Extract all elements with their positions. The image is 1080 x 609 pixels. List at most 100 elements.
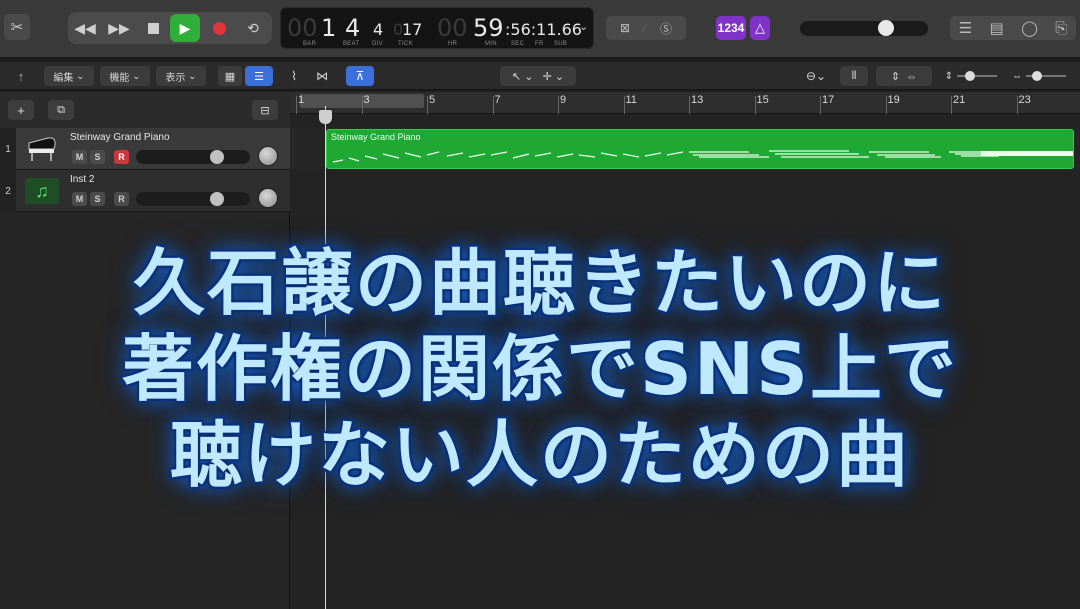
caption-line-2: 著作権の関係でSNS上で: [122, 327, 958, 411]
ruler-bar-label: 1: [298, 94, 305, 106]
ruler-bar-label: 23: [1018, 94, 1031, 106]
ruler-tick: [885, 96, 887, 114]
lcd-tick: 17: [402, 20, 423, 39]
menu-function[interactable]: 機能 ⌄: [100, 66, 150, 86]
count-in-button[interactable]: 1234: [716, 16, 746, 40]
ruler-tick: [820, 96, 821, 114]
caption-line-1: 久石譲の曲聴きたいのに: [132, 241, 947, 325]
ruler-tick: [427, 96, 428, 114]
record-icon: [212, 21, 226, 35]
track-lane-2[interactable]: [290, 170, 1080, 212]
notepad-icon[interactable]: ▤: [990, 19, 1004, 37]
list-icon[interactable]: ☰: [959, 19, 972, 37]
track-number: 2: [0, 170, 16, 212]
ruler-tick: [296, 96, 297, 114]
midi-region[interactable]: Steinway Grand Piano: [326, 129, 1074, 169]
ruler-tick: [689, 96, 690, 114]
up-arrow-icon[interactable]: ↑: [10, 66, 32, 86]
zoom-fit-buttons[interactable]: ⇕ ⇔: [876, 66, 932, 86]
control-bar: ✂ ◀◀ ▶▶ ▶ ⟲ 00 1 4 4 0 17 00 59 :56:11.6…: [0, 0, 1080, 58]
lcd-div: 4: [373, 20, 384, 39]
record-button[interactable]: [204, 14, 234, 42]
catch-playhead-icon[interactable]: ⊼: [346, 66, 374, 86]
stop-button[interactable]: [138, 14, 168, 42]
add-track-button[interactable]: +: [8, 100, 34, 120]
track-name[interactable]: Steinway Grand Piano: [70, 132, 170, 143]
tool-picker[interactable]: ↖ ⌄ ✛ ⌄: [500, 66, 576, 86]
solo-mode-icon[interactable]: Ⓢ: [660, 20, 672, 37]
browser-icon[interactable]: ⎘: [1055, 20, 1067, 37]
replace-icon[interactable]: ⊠: [620, 21, 630, 35]
rewind-button[interactable]: ◀◀: [70, 14, 100, 42]
video-caption: 久石譲の曲聴きたいのに 著作権の関係でSNS上で 聴けない人のための曲: [0, 240, 1080, 498]
ruler-bar-label: 9: [560, 94, 567, 106]
lcd-beat: 4: [345, 14, 361, 42]
ruler-bar-label: 3: [363, 94, 370, 106]
ruler-bar-label: 21: [953, 94, 966, 106]
mode-buttons: ⊠ ⁄ Ⓢ: [606, 16, 686, 40]
lcd-display[interactable]: 00 1 4 4 0 17 00 59 :56:11.66 ⌄ BAR BEAT…: [280, 7, 594, 49]
vertical-zoom-slider[interactable]: ⇕: [940, 66, 1002, 86]
track-volume-slider[interactable]: [136, 192, 250, 206]
track-row-2[interactable]: 2 ♫ Inst 2 M S R: [0, 170, 290, 212]
ruler-bar-label: 19: [887, 94, 900, 106]
view-buttons: ☰ ▤ ◯ ⎘: [950, 16, 1076, 40]
solo-button[interactable]: S: [90, 192, 105, 206]
pan-knob[interactable]: [258, 146, 278, 166]
track-row-1[interactable]: 1 Steinway Grand Piano M S R: [0, 128, 290, 170]
metronome-icon[interactable]: △: [750, 16, 770, 40]
mute-button[interactable]: M: [72, 192, 87, 206]
cycle-button[interactable]: ⟲: [238, 14, 268, 42]
ruler-bar-label: 15: [756, 94, 769, 106]
ruler-tick: [1016, 96, 1018, 114]
ruler-bar-label: 17: [822, 94, 835, 106]
midi-notes: [332, 150, 1073, 163]
menu-edit[interactable]: 編集 ⌄: [44, 66, 94, 86]
ruler-bar-label: 13: [691, 94, 704, 106]
scissors-icon[interactable]: ✂: [4, 14, 30, 40]
bar-ruler[interactable]: 1 3 5 7 9 11 13 15 17 19 21 23: [290, 92, 1080, 114]
mute-button[interactable]: M: [72, 150, 87, 164]
record-enable-button[interactable]: R: [114, 150, 129, 164]
caption-line-3: 聴けない人のための曲: [169, 413, 910, 497]
chevron-down-icon[interactable]: ⌄: [579, 20, 588, 33]
vertical-zoom-knob[interactable]: [965, 71, 976, 81]
horizontal-zoom-knob[interactable]: [1032, 71, 1042, 81]
ruler-bar-label: 7: [494, 94, 501, 106]
master-volume-knob[interactable]: [878, 20, 894, 36]
lcd-bar: 1: [321, 14, 337, 42]
music-note-icon: ♫: [24, 174, 60, 208]
pan-knob[interactable]: [258, 188, 278, 208]
automation-icon[interactable]: ⌇: [282, 66, 306, 86]
record-enable-button[interactable]: R: [114, 192, 129, 206]
menu-view[interactable]: 表示 ⌄: [156, 66, 206, 86]
ruler-tick: [951, 96, 952, 114]
loop-browser-icon[interactable]: ◯: [1021, 19, 1038, 37]
region-name: Steinway Grand Piano: [331, 132, 421, 142]
options-icon[interactable]: ⊖⌄: [800, 66, 832, 86]
grid-view-icon[interactable]: ▦: [218, 66, 242, 86]
waveform-zoom-icon[interactable]: ⦀: [840, 66, 868, 86]
flex-icon[interactable]: ⋈: [310, 66, 334, 86]
volume-knob[interactable]: [210, 192, 224, 206]
playhead-handle[interactable]: [319, 110, 332, 124]
global-tracks-icon[interactable]: ⊟: [252, 100, 278, 120]
ruler-tick: [361, 96, 363, 114]
lcd-time: 59: [473, 14, 504, 42]
duplicate-track-icon[interactable]: ⧉: [48, 100, 74, 120]
solo-button[interactable]: S: [90, 150, 105, 164]
play-button[interactable]: ▶: [170, 14, 200, 42]
stop-icon: [147, 22, 159, 34]
horizontal-zoom-slider[interactable]: ⇔: [1006, 66, 1072, 86]
track-volume-slider[interactable]: [136, 150, 250, 164]
volume-knob[interactable]: [210, 150, 224, 164]
fast-forward-button[interactable]: ▶▶: [104, 14, 134, 42]
track-name[interactable]: Inst 2: [70, 174, 94, 185]
transport-controls: ◀◀ ▶▶ ▶ ⟲: [68, 12, 272, 44]
tracks-view-icon[interactable]: ☰: [245, 66, 273, 86]
master-volume-slider[interactable]: [800, 20, 928, 36]
ruler-tick: [623, 96, 625, 114]
tuner-icon[interactable]: ⁄: [644, 21, 646, 35]
ruler-tick: [558, 96, 559, 114]
lcd-time-rest: :56:11.66: [505, 20, 582, 39]
